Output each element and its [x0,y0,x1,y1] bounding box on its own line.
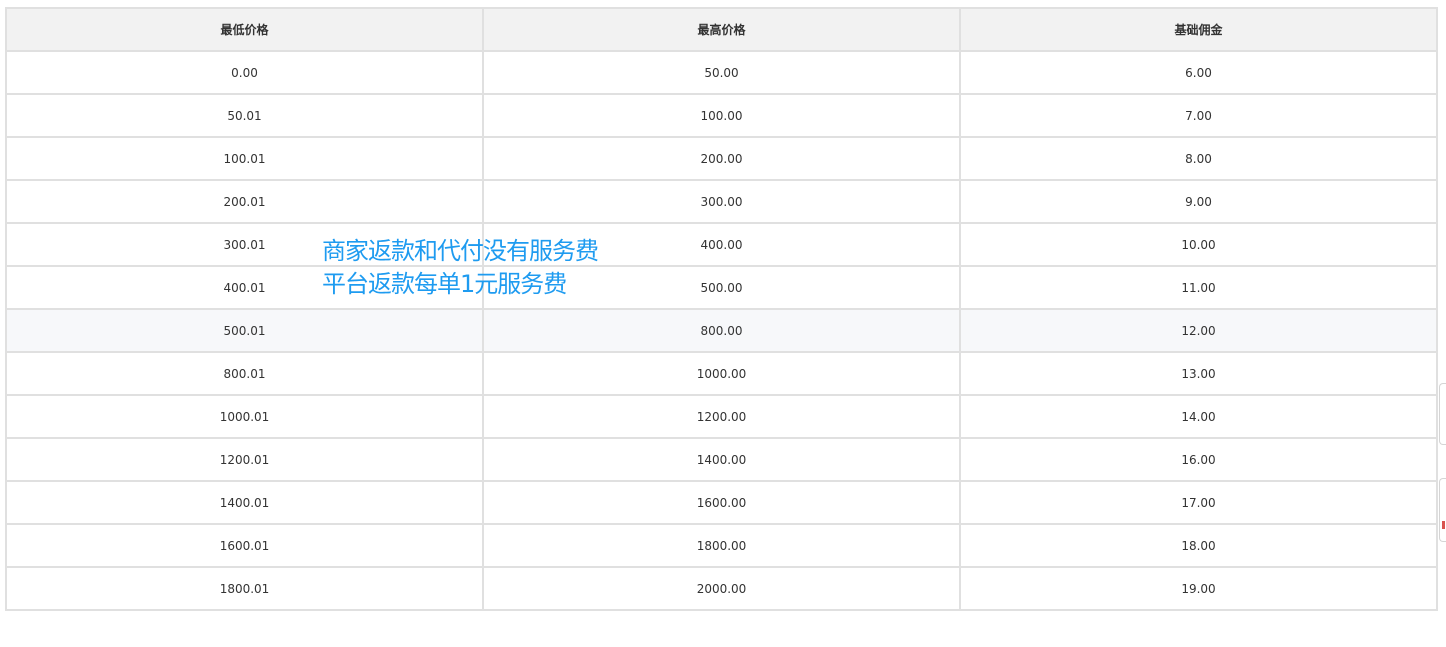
cell-base-commission: 18.00 [959,523,1438,568]
cell-base-commission: 6.00 [959,50,1438,95]
table-row: 1000.01 1200.00 14.00 [5,394,1438,439]
cell-max-price: 300.00 [482,179,961,224]
table-row: 800.01 1000.00 13.00 [5,351,1438,396]
cell-min-price: 200.01 [5,179,484,224]
cell-max-price: 1400.00 [482,437,961,482]
table-row: 1800.01 2000.00 19.00 [5,566,1438,611]
header-max-price: 最高价格 [482,7,961,52]
cell-max-price: 2000.00 [482,566,961,611]
table-row: 100.01 200.00 8.00 [5,136,1438,181]
cell-max-price: 500.00 [482,265,961,310]
table-header-row: 最低价格 最高价格 基础佣金 [5,7,1438,52]
cell-min-price: 300.01 [5,222,484,267]
cell-base-commission: 17.00 [959,480,1438,525]
table-row: 300.01 400.00 10.00 [5,222,1438,267]
cell-base-commission: 7.00 [959,93,1438,138]
header-min-price: 最低价格 [5,7,484,52]
cell-max-price: 1200.00 [482,394,961,439]
cell-min-price: 1200.01 [5,437,484,482]
table-row: 1400.01 1600.00 17.00 [5,480,1438,525]
table-row: 400.01 500.00 11.00 [5,265,1438,310]
cell-min-price: 1400.01 [5,480,484,525]
cell-min-price: 800.01 [5,351,484,396]
side-float-tab[interactable] [1439,383,1446,445]
side-tab-marker-icon [1442,521,1445,529]
cell-min-price: 500.01 [5,308,484,353]
cell-max-price: 200.00 [482,136,961,181]
table-row-hovered: 500.01 800.00 12.00 [5,308,1438,353]
cell-min-price: 0.00 [5,50,484,95]
cell-min-price: 100.01 [5,136,484,181]
header-base-commission: 基础佣金 [959,7,1438,52]
side-float-tab[interactable] [1439,478,1446,542]
cell-min-price: 1800.01 [5,566,484,611]
cell-max-price: 1000.00 [482,351,961,396]
cell-max-price: 800.00 [482,308,961,353]
cell-max-price: 100.00 [482,93,961,138]
cell-base-commission: 16.00 [959,437,1438,482]
cell-base-commission: 11.00 [959,265,1438,310]
table-row: 50.01 100.00 7.00 [5,93,1438,138]
cell-max-price: 50.00 [482,50,961,95]
cell-base-commission: 19.00 [959,566,1438,611]
cell-max-price: 400.00 [482,222,961,267]
table-row: 1600.01 1800.00 18.00 [5,523,1438,568]
commission-table: 最低价格 最高价格 基础佣金 0.00 50.00 6.00 50.01 100… [5,7,1438,611]
cell-min-price: 1600.01 [5,523,484,568]
cell-base-commission: 8.00 [959,136,1438,181]
cell-base-commission: 9.00 [959,179,1438,224]
cell-min-price: 1000.01 [5,394,484,439]
cell-min-price: 400.01 [5,265,484,310]
cell-base-commission: 10.00 [959,222,1438,267]
cell-min-price: 50.01 [5,93,484,138]
table-row: 0.00 50.00 6.00 [5,50,1438,95]
table-row: 1200.01 1400.00 16.00 [5,437,1438,482]
table-row: 200.01 300.00 9.00 [5,179,1438,224]
cell-max-price: 1800.00 [482,523,961,568]
cell-max-price: 1600.00 [482,480,961,525]
cell-base-commission: 12.00 [959,308,1438,353]
cell-base-commission: 13.00 [959,351,1438,396]
page: 最低价格 最高价格 基础佣金 0.00 50.00 6.00 50.01 100… [0,0,1446,647]
cell-base-commission: 14.00 [959,394,1438,439]
